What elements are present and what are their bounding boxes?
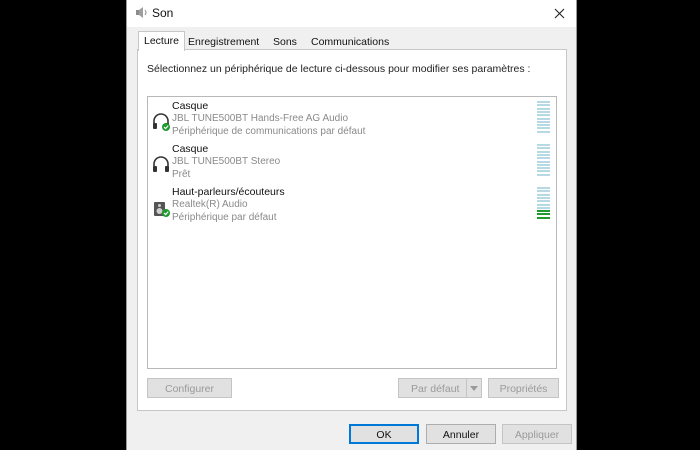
device-description: JBL TUNE500BT Stereo [172,156,281,167]
meter-segment [537,160,550,163]
tab-sons[interactable]: Sons [268,34,302,50]
tab-enregistrement[interactable]: Enregistrement [183,34,264,50]
device-name: Haut-parleurs/écouteurs [172,186,285,198]
cancel-button[interactable]: Annuler [426,424,496,444]
meter-segment [537,190,550,193]
meter-segment [537,114,550,117]
properties-button[interactable]: Propriétés [488,378,559,398]
device-status: Périphérique de communications par défau… [172,126,366,137]
volume-meter [537,101,550,134]
window-title: Son [152,6,174,20]
device-list[interactable]: Casque JBL TUNE500BT Hands-Free AG Audio… [147,96,557,369]
device-name: Casque [172,143,209,155]
device-item[interactable]: Casque JBL TUNE500BT Hands-Free AG Audio… [148,100,556,140]
speaker-icon [134,5,149,20]
close-button[interactable] [544,0,576,27]
meter-segment [537,117,550,120]
meter-segment [537,203,550,206]
meter-segment [537,124,550,127]
meter-segment [537,167,550,170]
meter-segment [537,107,550,110]
volume-meter [537,187,550,220]
title-bar: Son [127,0,576,27]
meter-segment [537,150,550,153]
meter-segment [537,110,550,113]
meter-segment [537,130,550,133]
ok-button[interactable]: OK [349,424,419,444]
device-description: JBL TUNE500BT Hands-Free AG Audio [172,113,349,124]
device-item[interactable]: Haut-parleurs/écouteurs Realtek(R) Audio… [148,186,556,226]
meter-segment [537,127,550,130]
volume-meter [537,144,550,177]
device-item[interactable]: Casque JBL TUNE500BT Stereo Prêt [148,143,556,183]
close-icon [554,8,565,19]
meter-segment [537,193,550,196]
meter-segment [537,104,550,107]
meter-segment [537,170,550,173]
sound-dialog: Son Lecture Enregistrement Sons Communic… [126,0,577,450]
speaker-device-icon [151,198,171,218]
device-status: Périphérique par défaut [172,212,277,223]
tab-panel: Sélectionnez un périphérique de lecture … [137,49,567,411]
set-default-button[interactable]: Par défaut [398,378,482,398]
tab-communications[interactable]: Communications [306,34,394,50]
meter-segment [537,213,550,216]
meter-segment [537,210,550,213]
meter-segment [537,147,550,150]
meter-segment [537,173,550,176]
default-check-icon [162,209,170,217]
meter-segment [537,153,550,156]
device-description: Realtek(R) Audio [172,199,248,210]
meter-segment [537,157,550,160]
headset-icon [151,112,171,132]
device-status: Prêt [172,169,191,180]
chevron-down-icon [470,386,478,391]
device-name: Casque [172,100,209,112]
set-default-label: Par défaut [411,383,460,395]
meter-segment [537,206,550,209]
headset-icon [151,155,171,175]
meter-segment [537,200,550,203]
meter-segment [537,196,550,199]
meter-segment [537,101,550,103]
instruction-text: Sélectionnez un périphérique de lecture … [147,63,531,75]
default-check-icon [162,123,170,131]
meter-segment [537,216,550,219]
set-default-dropdown[interactable] [466,379,481,397]
apply-button[interactable]: Appliquer [502,424,572,444]
meter-segment [537,120,550,123]
configure-button[interactable]: Configurer [147,378,232,398]
tab-lecture[interactable]: Lecture [138,31,186,51]
meter-segment [537,187,550,189]
meter-segment [537,163,550,166]
meter-segment [537,144,550,146]
